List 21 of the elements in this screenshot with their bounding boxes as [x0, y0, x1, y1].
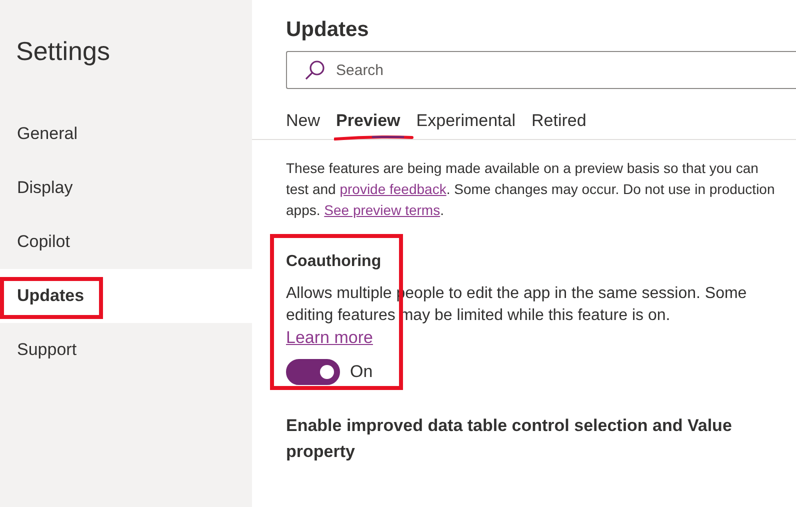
settings-title: Settings — [15, 36, 111, 67]
search-field[interactable]: Search — [286, 51, 796, 89]
tab[interactable]: New — [286, 111, 336, 131]
intro-paragraph: These features are being made available on a preview basis so that you can test and provide feedback. Some changes may occur. Do not use in production apps. See preview terms. — [286, 159, 776, 220]
tab[interactable]: Retired — [532, 111, 602, 131]
tab[interactable]: Experimental — [416, 111, 532, 131]
toggle-label: On — [350, 362, 373, 382]
sidebar-item[interactable]: Copilot — [17, 232, 70, 252]
page-title: Updates — [286, 18, 370, 42]
sidebar-item[interactable]: General — [17, 124, 78, 144]
feature-title: Enable improved data table control selection and Value property — [286, 415, 733, 463]
sidebar-item[interactable]: Support — [17, 340, 77, 360]
search-icon — [304, 59, 326, 81]
tab[interactable]: Preview — [336, 111, 416, 131]
link[interactable]: provide feedback — [340, 181, 446, 197]
toggle-switch[interactable] — [286, 359, 340, 385]
learn-more-link[interactable]: Learn more — [286, 327, 373, 349]
link[interactable]: See preview terms — [324, 202, 440, 218]
sidebar-item[interactable]: Updates — [17, 286, 84, 306]
feature-title: Coauthoring — [286, 252, 382, 272]
sidebar-item[interactable]: Display — [17, 178, 73, 198]
